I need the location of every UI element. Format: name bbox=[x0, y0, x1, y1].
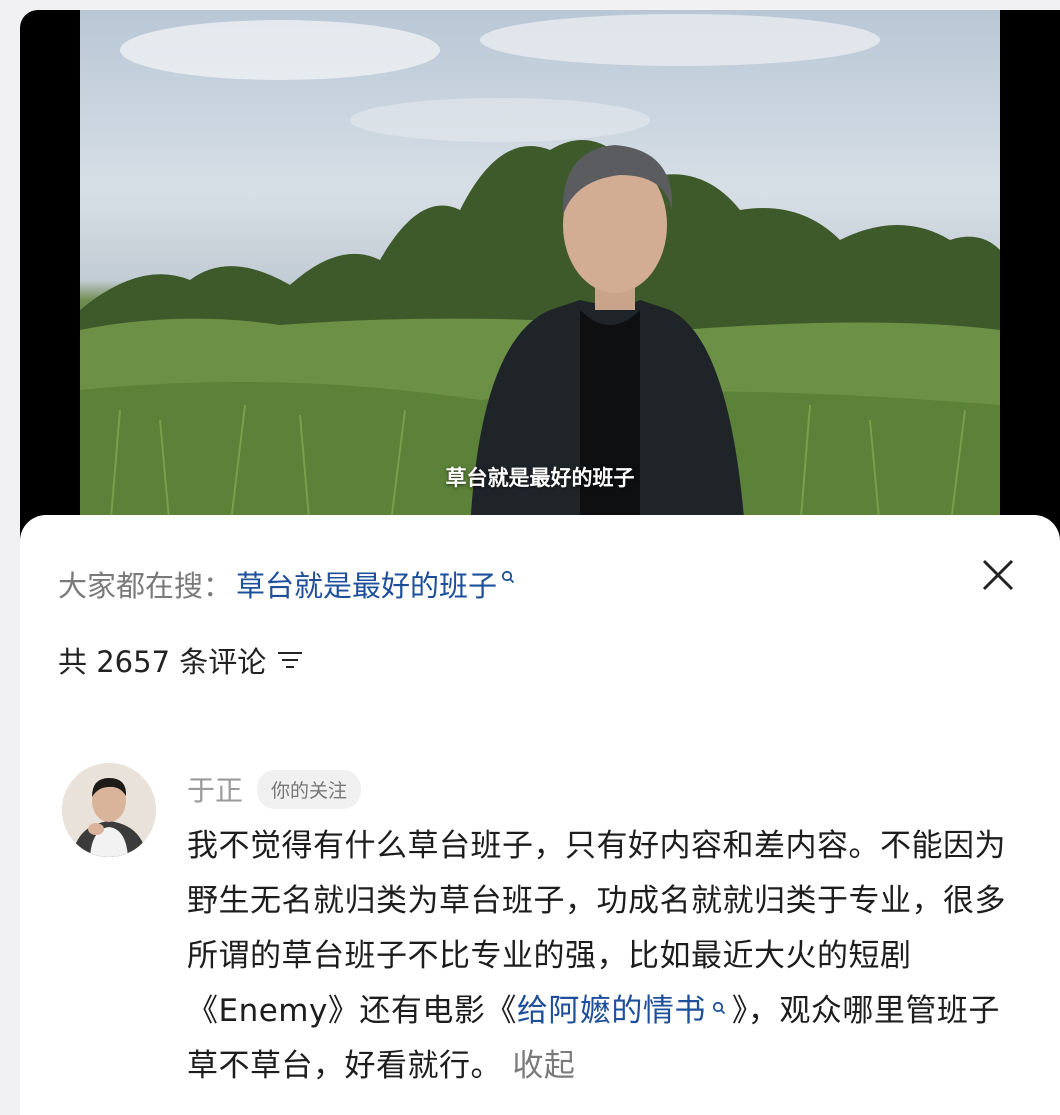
comment-count: 共 2657 条评论 bbox=[58, 639, 304, 681]
comment-item: 于正 你的关注 我不觉得有什么草台班子，只有好内容和差内容。不能因为野生无名就归… bbox=[187, 767, 1017, 1094]
search-prefix-label: 大家都在搜： bbox=[58, 569, 233, 603]
comment-header: 于正 你的关注 bbox=[187, 767, 1017, 811]
author-name[interactable]: 于正 bbox=[187, 769, 243, 809]
search-suggestion[interactable]: 大家都在搜： 草台就是最好的班子 bbox=[58, 563, 515, 605]
video-frame-image bbox=[80, 14, 1000, 530]
video-subtitle: 草台就是最好的班子 bbox=[445, 466, 635, 490]
avatar-image bbox=[62, 763, 156, 857]
close-icon[interactable] bbox=[978, 555, 1018, 595]
avatar[interactable] bbox=[62, 763, 156, 857]
comment-count-label: 共 2657 条评论 bbox=[58, 645, 267, 679]
comment-text: 我不觉得有什么草台班子，只有好内容和差内容。不能因为野生无名就归类为草台班子，功… bbox=[187, 819, 1017, 1094]
collapse-button[interactable]: 收起 bbox=[512, 1048, 575, 1084]
search-icon bbox=[712, 1001, 725, 1015]
following-badge: 你的关注 bbox=[257, 769, 362, 809]
movie-link[interactable]: 给阿嬷的情书 bbox=[517, 993, 706, 1029]
search-suggestion-link[interactable]: 草台就是最好的班子 bbox=[236, 563, 497, 605]
filter-icon[interactable] bbox=[276, 648, 304, 672]
comment-sheet: 大家都在搜： 草台就是最好的班子 共 2657 条评论 于正 你的关注 我不觉得… bbox=[20, 515, 1060, 1115]
search-icon bbox=[501, 570, 515, 584]
video-player[interactable]: 草台就是最好的班子 bbox=[80, 10, 1000, 530]
